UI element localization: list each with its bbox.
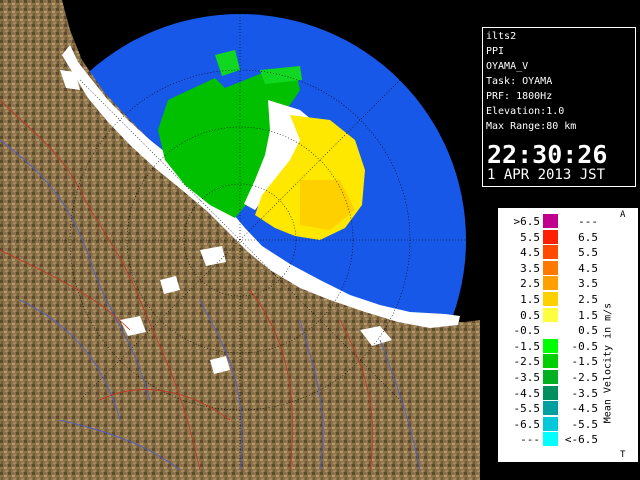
legend-low-value: 4.5 [520,246,540,260]
legend-swatch [543,416,558,431]
legend-high-value: 5.5 [578,246,598,260]
legend-row: 5.5 6.5 [498,229,638,245]
legend-high-value: 1.5 [578,308,598,322]
legend-high-value: -3.5 [571,386,599,400]
legend-swatch [543,307,558,322]
legend-high-value: -1.5 [571,355,599,369]
legend-swatch [543,292,558,306]
legend-swatch [543,401,558,416]
legend-low-value: -3.5 [513,371,541,384]
legend-row: 3.5 4.5 [498,260,638,276]
legend-low-value: 0.5 [520,308,540,322]
legend-row: 0.5 1.5 [498,307,638,323]
radar-map[interactable] [0,0,480,480]
legend-low-value: >6.5 [513,215,541,228]
legend-corner-top: A [620,210,626,220]
legend-swatch [543,354,558,369]
legend-low-value: -6.5 [513,417,541,431]
legend-swatch [543,338,558,353]
legend-swatch [543,245,558,260]
scan-time: 22:30:26 [487,140,608,169]
scan-date: 1 APR 2013 JST [487,167,606,183]
legend-high-value: -5.5 [571,417,599,431]
legend-row: -2.5 -1.5 [498,354,638,369]
info-box: ilts2 PPI OYAMA_V Task: OYAMA PRF: 1800H… [482,27,636,187]
legend-high-value: <-6.5 [564,433,598,447]
max-range-label: Max Range:80 km [486,121,577,132]
legend-high-value: 6.5 [578,230,598,244]
legend-high-value: --- [578,215,598,228]
legend-row: -0.5 0.5 [498,323,638,338]
legend-low-value: -1.5 [513,339,541,353]
legend-swatch [543,323,558,338]
legend-row: -6.5 -5.5 [498,416,638,432]
legend-swatch [543,385,558,400]
side-panel: ilts2 PPI OYAMA_V Task: OYAMA PRF: 1800H… [480,0,640,480]
legend-row: >6.5 --- [498,214,638,229]
legend-title: Mean Velocity in m/s [600,268,616,458]
legend-low-value: 3.5 [520,261,540,275]
legend-swatch [543,214,558,228]
legend-low-value: -5.5 [513,402,541,416]
legend-low-value: -0.5 [513,324,541,338]
radar-ppi-canvas [0,0,480,480]
legend-row: 1.5 2.5 [498,292,638,307]
legend-low-value: -4.5 [513,386,541,400]
color-legend: >6.5 --- 5.5 6.5 4.5 5.5 3.5 4.5 2.5 3.5 1.5 2.5 0.5… [498,208,638,462]
radar-name: OYAMA_V [486,61,529,72]
legend-title-text: Mean Velocity in m/s [602,302,614,424]
legend-corner-bottom: T [620,450,626,460]
legend-high-value: 2.5 [578,293,598,306]
legend-low-value: 5.5 [520,230,540,244]
legend-swatch [543,432,558,447]
legend-row: 4.5 5.5 [498,245,638,260]
site-name: ilts2 [486,31,517,42]
legend-high-value: -0.5 [571,339,599,353]
legend-swatch [543,276,558,291]
legend-high-value: 4.5 [578,261,598,275]
legend-high-value: -4.5 [571,402,599,416]
legend-row: 2.5 3.5 [498,276,638,291]
elevation-label: Elevation:1.0 [486,106,565,117]
legend-row: -4.5 -3.5 [498,385,638,401]
legend-row: --- <-6.5 [498,432,638,447]
legend-low-value: -2.5 [513,355,541,369]
prf-label: PRF: 1800Hz [486,91,553,102]
task-label: Task: OYAMA [486,76,553,87]
legend-row: -3.5 -2.5 [498,370,638,385]
legend-swatch [543,260,558,275]
legend-high-value: 3.5 [578,277,598,291]
product-type: PPI [486,46,505,57]
legend-swatch [543,370,558,384]
legend-swatch [543,229,558,244]
legend-row: -1.5 -0.5 [498,338,638,354]
legend-high-value: 0.5 [578,324,598,338]
legend-row: -5.5 -4.5 [498,401,638,416]
legend-low-value: --- [520,433,540,447]
legend-low-value: 2.5 [520,277,540,291]
legend-low-value: 1.5 [520,293,540,306]
legend-high-value: -2.5 [571,371,599,384]
